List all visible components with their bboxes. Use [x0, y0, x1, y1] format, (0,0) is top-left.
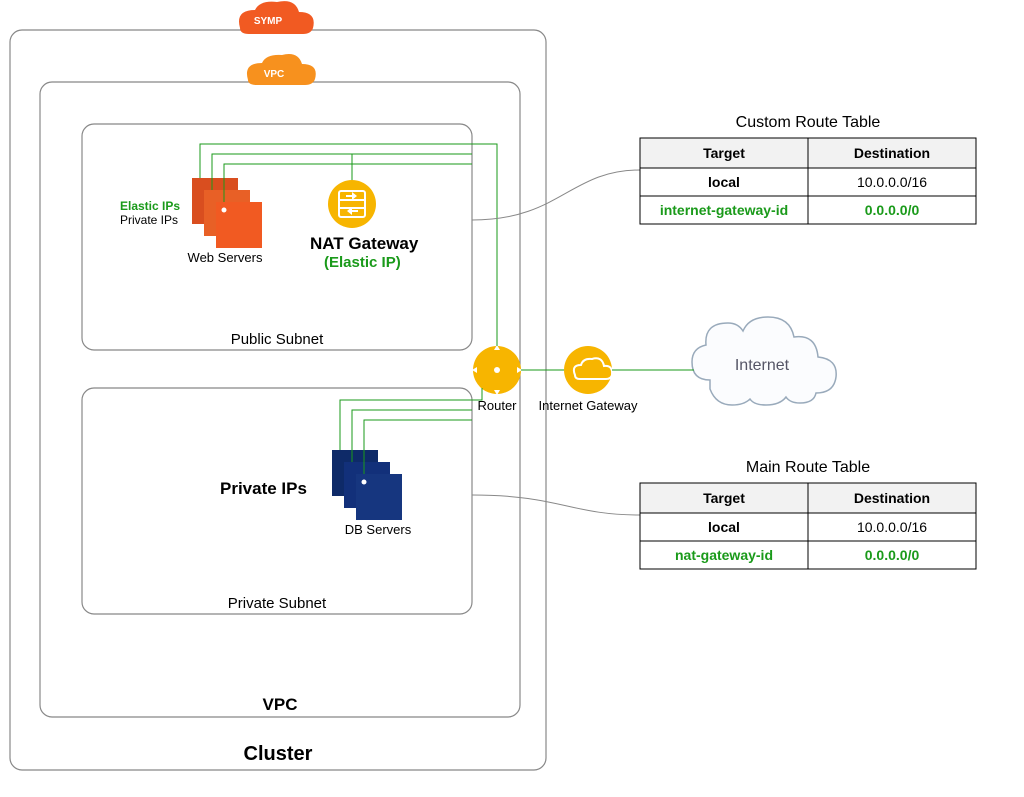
svg-text:Target: Target — [703, 145, 745, 161]
svg-text:0.0.0.0/0: 0.0.0.0/0 — [865, 202, 920, 218]
svg-text:local: local — [708, 174, 740, 190]
router-icon — [472, 345, 522, 395]
cluster-label: Cluster — [244, 743, 313, 765]
svg-text:VPC: VPC — [264, 69, 285, 80]
svg-text:nat-gateway-id: nat-gateway-id — [675, 547, 773, 563]
private-ips-label-top: Private IPs — [120, 213, 178, 227]
db-servers-icon — [332, 450, 402, 520]
custom-route-table: Custom Route Table Target Destination lo… — [640, 114, 976, 224]
svg-text:Destination: Destination — [854, 490, 930, 506]
nat-gateway-label: NAT Gateway — [310, 234, 419, 253]
svg-text:Custom Route Table: Custom Route Table — [736, 114, 881, 131]
vpc-label: VPC — [263, 695, 298, 714]
private-subnet-label: Private Subnet — [228, 595, 327, 612]
main-route-table: Main Route Table Target Destination loca… — [640, 459, 976, 569]
internet-cloud: Internet — [692, 317, 836, 405]
vpc-badge: VPC — [247, 54, 316, 85]
nat-gateway-icon — [328, 180, 376, 228]
svg-text:0.0.0.0/0: 0.0.0.0/0 — [865, 547, 920, 563]
nat-gateway-eip: (Elastic IP) — [324, 254, 401, 271]
svg-text:SYMP: SYMP — [254, 16, 283, 27]
svg-text:Destination: Destination — [854, 145, 930, 161]
svg-text:Main Route Table: Main Route Table — [746, 459, 870, 476]
router-label: Router — [477, 398, 517, 413]
igw-label: Internet Gateway — [539, 398, 638, 413]
svg-text:Target: Target — [703, 490, 745, 506]
symp-badge: SYMP — [239, 1, 314, 34]
web-servers-icon — [192, 178, 262, 248]
svg-text:internet-gateway-id: internet-gateway-id — [660, 202, 788, 218]
diagram-root: Cluster SYMP VPC VPC Public Subnet Priva… — [0, 0, 1024, 797]
public-subnet-label: Public Subnet — [231, 331, 324, 348]
igw-icon — [564, 346, 612, 394]
elastic-ips-label: Elastic IPs — [120, 199, 180, 213]
private-ips-bold: Private IPs — [220, 479, 307, 498]
svg-text:10.0.0.0/16: 10.0.0.0/16 — [857, 519, 927, 535]
web-servers-label: Web Servers — [188, 250, 263, 265]
svg-text:10.0.0.0/16: 10.0.0.0/16 — [857, 174, 927, 190]
svg-text:Internet: Internet — [735, 357, 790, 374]
private-subnet-box — [82, 388, 472, 614]
curve-to-main-table — [472, 495, 640, 515]
db-servers-label: DB Servers — [345, 522, 412, 537]
svg-text:local: local — [708, 519, 740, 535]
